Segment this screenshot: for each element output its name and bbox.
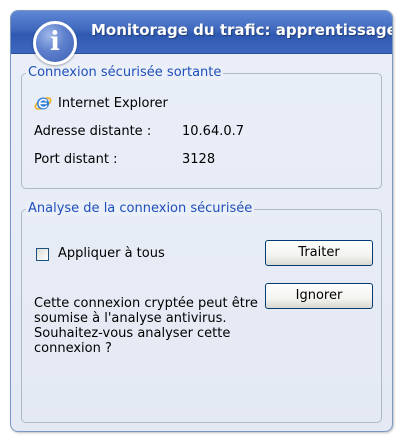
info-icon-glyph: i bbox=[50, 27, 60, 57]
remote-port-label: Port distant : bbox=[34, 152, 118, 167]
outgoing-connection-group: Connexion sécurisée sortante Internet Ex… bbox=[21, 65, 382, 189]
remote-address-label: Adresse distante : bbox=[34, 124, 152, 139]
internet-explorer-icon bbox=[34, 97, 52, 110]
notification-window: Monitorage du trafic: apprentissage i Co… bbox=[10, 10, 393, 432]
browser-name: Internet Explorer bbox=[58, 96, 168, 111]
remote-address-value: 10.64.0.7 bbox=[182, 124, 245, 139]
analysis-message: Cette connexion cryptée peut être soumis… bbox=[34, 296, 258, 356]
apply-to-all-checkbox[interactable] bbox=[36, 248, 49, 261]
remote-port-value: 3128 bbox=[182, 152, 216, 167]
apply-to-all-label[interactable]: Appliquer à tous bbox=[58, 246, 165, 261]
ignore-button[interactable]: Ignorer bbox=[265, 283, 373, 309]
treat-button[interactable]: Traiter bbox=[265, 240, 373, 266]
window-title: Monitorage du trafic: apprentissage bbox=[91, 21, 393, 39]
analysis-group: Analyse de la connexion sécurisée Appliq… bbox=[21, 201, 382, 423]
outgoing-connection-legend: Connexion sécurisée sortante bbox=[26, 65, 224, 80]
info-icon: i bbox=[33, 21, 77, 65]
analysis-legend: Analyse de la connexion sécurisée bbox=[26, 201, 255, 216]
